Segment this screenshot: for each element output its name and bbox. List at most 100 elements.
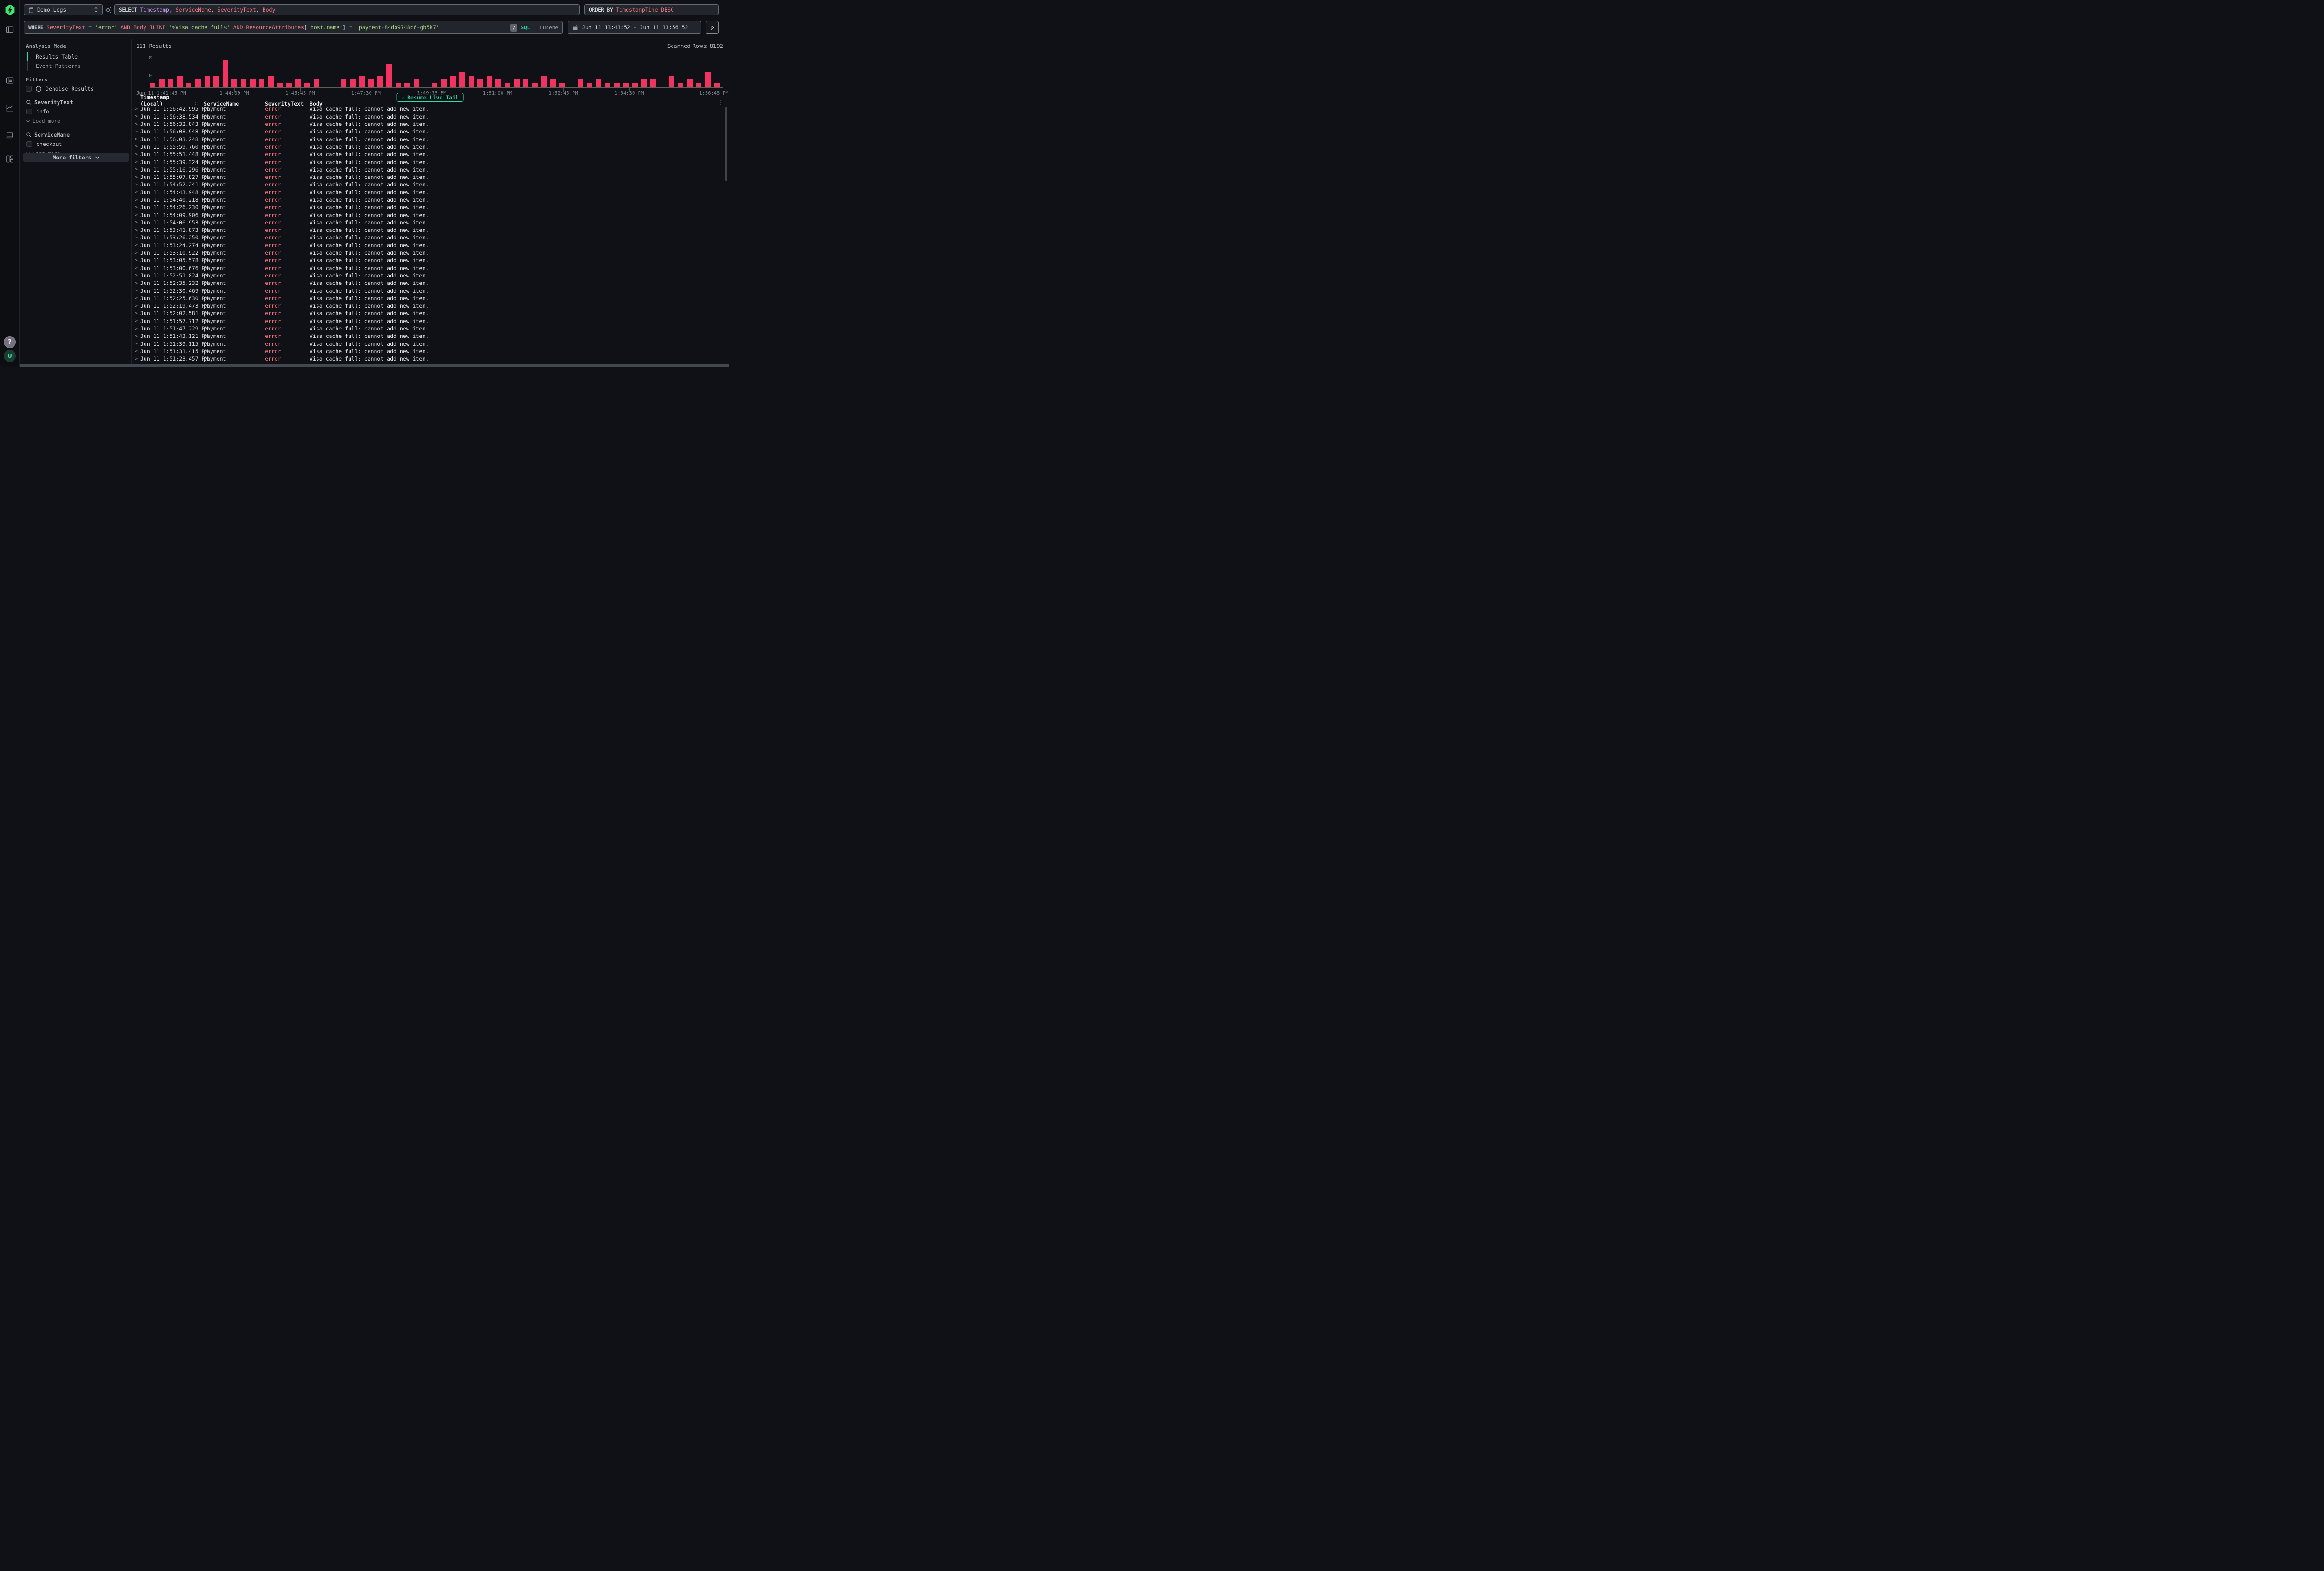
histogram-bar[interactable] (669, 76, 674, 87)
histogram-bar[interactable] (678, 83, 683, 87)
table-row[interactable]: >Jun 11 1:51:23.457 PMpaymenterrorVisa c… (132, 355, 727, 363)
order-by-input[interactable]: ORDER BY TimestampTime DESC (584, 4, 719, 15)
column-resize-handle[interactable] (301, 101, 303, 107)
table-row[interactable]: >Jun 11 1:53:10.922 PMpaymenterrorVisa c… (132, 249, 727, 257)
filter-group-title[interactable]: ServiceName (26, 131, 125, 139)
source-select[interactable]: Demo Logs (24, 4, 103, 15)
histogram-bar[interactable] (241, 79, 246, 87)
histogram-bar[interactable] (386, 64, 392, 87)
user-avatar[interactable]: U (4, 350, 16, 362)
histogram-bar[interactable] (441, 79, 447, 87)
line-chart-icon[interactable] (5, 103, 14, 112)
resume-live-tail-button[interactable]: ⚡ Resume Live Tail (396, 93, 464, 102)
table-row[interactable]: >Jun 11 1:51:57.712 PMpaymenterrorVisa c… (132, 317, 727, 325)
table-row[interactable]: >Jun 11 1:55:59.760 PMpaymenterrorVisa c… (132, 143, 727, 151)
lucene-mode-button[interactable]: Lucene (540, 25, 558, 31)
histogram-bar[interactable] (304, 83, 310, 87)
histogram-bar[interactable] (432, 83, 437, 87)
panel-left-icon[interactable] (5, 25, 14, 34)
histogram-bar[interactable] (477, 79, 483, 87)
table-row[interactable]: >Jun 11 1:56:08.948 PMpaymenterrorVisa c… (132, 128, 727, 135)
histogram-bar[interactable] (596, 79, 601, 87)
help-button[interactable]: ? (4, 336, 16, 348)
histogram-bar[interactable] (541, 76, 547, 87)
vertical-scrollbar[interactable] (725, 107, 727, 181)
column-header-body[interactable]: Body (310, 100, 729, 107)
histogram-bar[interactable] (587, 83, 592, 87)
histogram-bar[interactable] (459, 72, 465, 87)
histogram-bar[interactable] (523, 79, 528, 87)
table-row[interactable]: >Jun 11 1:54:52.241 PMpaymenterrorVisa c… (132, 181, 727, 188)
histogram-bar[interactable] (368, 79, 374, 87)
table-row[interactable]: >Jun 11 1:55:51.448 PMpaymenterrorVisa c… (132, 151, 727, 158)
table-row[interactable]: >Jun 11 1:55:07.827 PMpaymenterrorVisa c… (132, 173, 727, 181)
denoise-checkbox[interactable] (26, 86, 32, 92)
laptop-icon[interactable] (5, 131, 14, 140)
histogram-bar[interactable] (714, 83, 720, 87)
table-row[interactable]: >Jun 11 1:55:39.324 PMpaymenterrorVisa c… (132, 158, 727, 165)
histogram-bar[interactable] (404, 83, 410, 87)
histogram-bar[interactable] (250, 79, 256, 87)
table-row[interactable]: >Jun 11 1:53:24.274 PMpaymenterrorVisa c… (132, 242, 727, 249)
dashboard-icon[interactable] (5, 154, 14, 164)
histogram-bar[interactable] (186, 83, 191, 87)
histogram-bar[interactable] (223, 60, 228, 87)
histogram-bar[interactable] (195, 79, 201, 87)
column-header-severitytext[interactable]: SeverityText (265, 100, 301, 107)
histogram-bar[interactable] (550, 79, 556, 87)
histogram-bar[interactable] (559, 83, 565, 87)
histogram-bar[interactable] (168, 79, 173, 87)
table-row[interactable]: >Jun 11 1:54:43.948 PMpaymenterrorVisa c… (132, 189, 727, 196)
histogram-bar[interactable] (205, 76, 210, 87)
app-logo-lightning-icon[interactable] (4, 4, 16, 16)
column-resize-handle[interactable] (195, 101, 197, 107)
filter-checkbox[interactable] (26, 141, 32, 147)
table-row[interactable]: >Jun 11 1:52:25.630 PMpaymenterrorVisa c… (132, 295, 727, 302)
histogram-bar[interactable] (259, 79, 264, 87)
histogram-bar[interactable] (605, 83, 610, 87)
table-row[interactable]: >Jun 11 1:54:09.906 PMpaymenterrorVisa c… (132, 211, 727, 218)
table-row[interactable]: >Jun 11 1:56:32.843 PMpaymenterrorVisa c… (132, 120, 727, 128)
table-row[interactable]: >Jun 11 1:52:51.824 PMpaymenterrorVisa c… (132, 272, 727, 279)
histogram-bar[interactable] (578, 79, 583, 87)
histogram-bar[interactable] (641, 79, 647, 87)
histogram-bar[interactable] (487, 76, 492, 87)
filter-group-title[interactable]: SeverityText (26, 98, 125, 106)
load-more-button[interactable]: Load more (26, 117, 125, 125)
histogram-bar[interactable] (359, 76, 365, 87)
histogram-bar[interactable] (377, 76, 383, 87)
table-row[interactable]: >Jun 11 1:52:19.473 PMpaymenterrorVisa c… (132, 302, 727, 310)
table-row[interactable]: >Jun 11 1:51:39.115 PMpaymenterrorVisa c… (132, 340, 727, 348)
histogram-bar[interactable] (314, 79, 319, 87)
table-options-icon[interactable]: ⋮ (718, 99, 723, 106)
table-row[interactable]: >Jun 11 1:54:26.230 PMpaymenterrorVisa c… (132, 204, 727, 211)
histogram-bar[interactable] (505, 83, 510, 87)
histogram-bar[interactable] (705, 72, 711, 87)
histogram-bar[interactable] (687, 79, 693, 87)
column-resize-handle[interactable] (256, 101, 258, 107)
time-range-picker[interactable]: Jun 11 13:41:52 - Jun 11 13:56:52 (568, 21, 701, 34)
histogram-bar[interactable] (295, 79, 301, 87)
table-row[interactable]: >Jun 11 1:51:31.415 PMpaymenterrorVisa c… (132, 348, 727, 355)
source-settings-gear-icon[interactable] (104, 6, 112, 14)
histogram-bar[interactable] (514, 79, 520, 87)
histogram-bar[interactable] (532, 83, 538, 87)
table-row[interactable]: >Jun 11 1:56:38.534 PMpaymenterrorVisa c… (132, 113, 727, 120)
table-row[interactable]: >Jun 11 1:56:03.248 PMpaymenterrorVisa c… (132, 135, 727, 143)
table-row[interactable]: >Jun 11 1:53:05.578 PMpaymenterrorVisa c… (132, 257, 727, 264)
histogram-bar[interactable] (150, 83, 155, 87)
sql-mode-button[interactable]: SQL (521, 25, 530, 31)
histogram-bar[interactable] (268, 76, 274, 87)
table-row[interactable]: >Jun 11 1:53:26.250 PMpaymenterrorVisa c… (132, 234, 727, 241)
filter-option-info[interactable]: info (26, 107, 125, 116)
histogram-bar[interactable] (632, 83, 638, 87)
table-row[interactable]: >Jun 11 1:52:02.581 PMpaymenterrorVisa c… (132, 310, 727, 317)
select-query-input[interactable]: SELECT Timestamp, ServiceName, SeverityT… (114, 4, 580, 15)
histogram-bar[interactable] (213, 76, 219, 87)
filter-option-checkout[interactable]: checkout (26, 140, 125, 148)
results-histogram[interactable]: 8 0 Jun 11 1:41:45 PM1:44:00 PM1:45:45 P… (132, 52, 729, 94)
histogram-bar[interactable] (414, 79, 419, 87)
histogram-bar[interactable] (341, 79, 346, 87)
horizontal-scrollbar[interactable] (20, 364, 729, 367)
histogram-bar[interactable] (495, 79, 501, 87)
